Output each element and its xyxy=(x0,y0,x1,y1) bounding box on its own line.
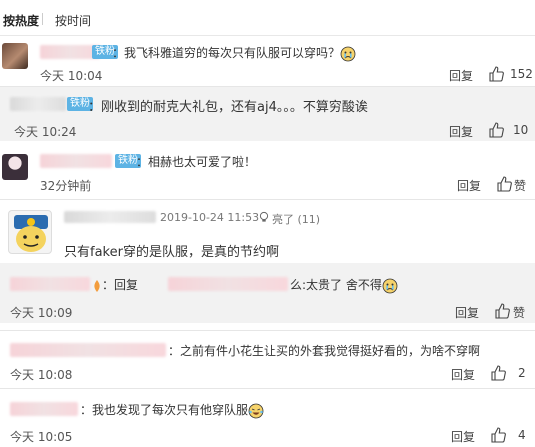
crying-laughing-emoji-icon xyxy=(248,403,264,418)
comment-item: ：之前有件小花生让买的外套我觉得挺好看的，为啥不穿啊 今天 10:08 回复 2 xyxy=(0,331,535,385)
crying-emoji-icon xyxy=(382,278,398,293)
reply-target-redacted[interactable] xyxy=(168,277,288,291)
like-count: 4 xyxy=(518,428,526,442)
reply-button[interactable]: 回复 xyxy=(449,123,473,140)
username-redacted[interactable] xyxy=(40,45,100,59)
comment-item: 铁粉 ：相赫也太可爱了啦！ 32分钟前 回复 赞 xyxy=(0,142,535,194)
comment-time: 今天 10:04 xyxy=(40,69,103,83)
comment-time: 今天 10:09 xyxy=(10,306,73,320)
comment-item: 2019-10-24 11:53 亮了 (11) 只有faker穿的是队服，是真… xyxy=(0,200,535,262)
lightbulb-icon[interactable] xyxy=(258,211,270,223)
sort-by-time-tab[interactable]: 按时间 xyxy=(55,12,91,29)
reply-to-label: ：回复 xyxy=(92,276,138,293)
username-redacted[interactable] xyxy=(10,277,90,291)
username-redacted[interactable] xyxy=(10,402,78,416)
comment-item: ：我也发现了每次只有他穿队服 今天 10:05 回复 4 xyxy=(0,389,535,447)
comment-time: 今天 10:08 xyxy=(10,368,73,382)
comment-date: 2019-10-24 11:53 xyxy=(160,211,260,224)
comment-text: ：相赫也太可爱了啦！ xyxy=(136,155,257,169)
tab-divider xyxy=(42,13,43,25)
comment-text: 只有faker穿的是队服，是真的节约啊 xyxy=(64,245,279,260)
username-redacted[interactable] xyxy=(10,343,166,357)
sort-tabs: 按热度 按时间 xyxy=(0,0,535,36)
thumbs-up-icon[interactable] xyxy=(490,427,506,443)
reply-button[interactable]: 回复 xyxy=(457,177,481,194)
comment-item: 铁粉 ：刚收到的耐克大礼包，还有aj4。。。不算穷酸诶 今天 10:24 回复 … xyxy=(0,87,535,141)
like-count: 152 xyxy=(510,67,533,81)
avatar[interactable] xyxy=(2,43,28,69)
username-redacted[interactable] xyxy=(64,211,156,223)
sort-by-hot-tab[interactable]: 按热度 xyxy=(3,12,39,29)
reply-button[interactable]: 回复 xyxy=(451,428,475,445)
fire-emoji-icon xyxy=(94,279,100,292)
comment-item: ：回复 么:太贵了 舍不得 今天 10:09 回复 赞 xyxy=(0,263,535,323)
thumbs-up-icon[interactable] xyxy=(488,122,504,138)
crying-emoji-icon xyxy=(340,46,356,61)
like-button-label[interactable]: 赞 xyxy=(514,177,526,194)
comment-text: ：我也发现了每次只有他穿队服 xyxy=(80,401,264,419)
avatar[interactable] xyxy=(8,210,52,254)
username-redacted[interactable] xyxy=(10,97,66,111)
comment-time: 今天 10:05 xyxy=(10,430,73,444)
comment-text: 么:太贵了 舍不得 xyxy=(290,276,398,294)
comment-text: ：刚收到的耐克大礼包，还有aj4。。。不算穷酸诶 xyxy=(88,100,368,115)
liked-count[interactable]: 亮了 (11) xyxy=(272,211,320,227)
like-count: 2 xyxy=(518,366,526,380)
thumbs-up-icon[interactable] xyxy=(496,176,512,192)
comment-text: ：之前有件小花生让买的外套我觉得挺好看的，为啥不穿啊 xyxy=(168,344,481,358)
thumbs-up-icon[interactable] xyxy=(488,66,504,82)
comment-text: ：我飞科雅道穷的每次只有队服可以穿吗？ xyxy=(112,44,356,62)
thumbs-up-icon[interactable] xyxy=(490,365,506,381)
like-count: 10 xyxy=(513,123,529,137)
comment-time: 32分钟前 xyxy=(40,179,92,193)
username-redacted[interactable] xyxy=(40,154,112,168)
like-button-label[interactable]: 赞 xyxy=(513,304,525,321)
meme-face-icon xyxy=(14,215,48,252)
comment-item: 铁粉 ：我飞科雅道穷的每次只有队服可以穿吗？ 今天 10:04 回复 152 xyxy=(0,37,535,85)
reply-button[interactable]: 回复 xyxy=(455,304,479,321)
avatar[interactable] xyxy=(2,154,28,180)
thumbs-up-icon[interactable] xyxy=(494,303,510,319)
comment-time: 今天 10:24 xyxy=(14,125,77,139)
reply-button[interactable]: 回复 xyxy=(449,67,473,84)
reply-button[interactable]: 回复 xyxy=(451,366,475,383)
